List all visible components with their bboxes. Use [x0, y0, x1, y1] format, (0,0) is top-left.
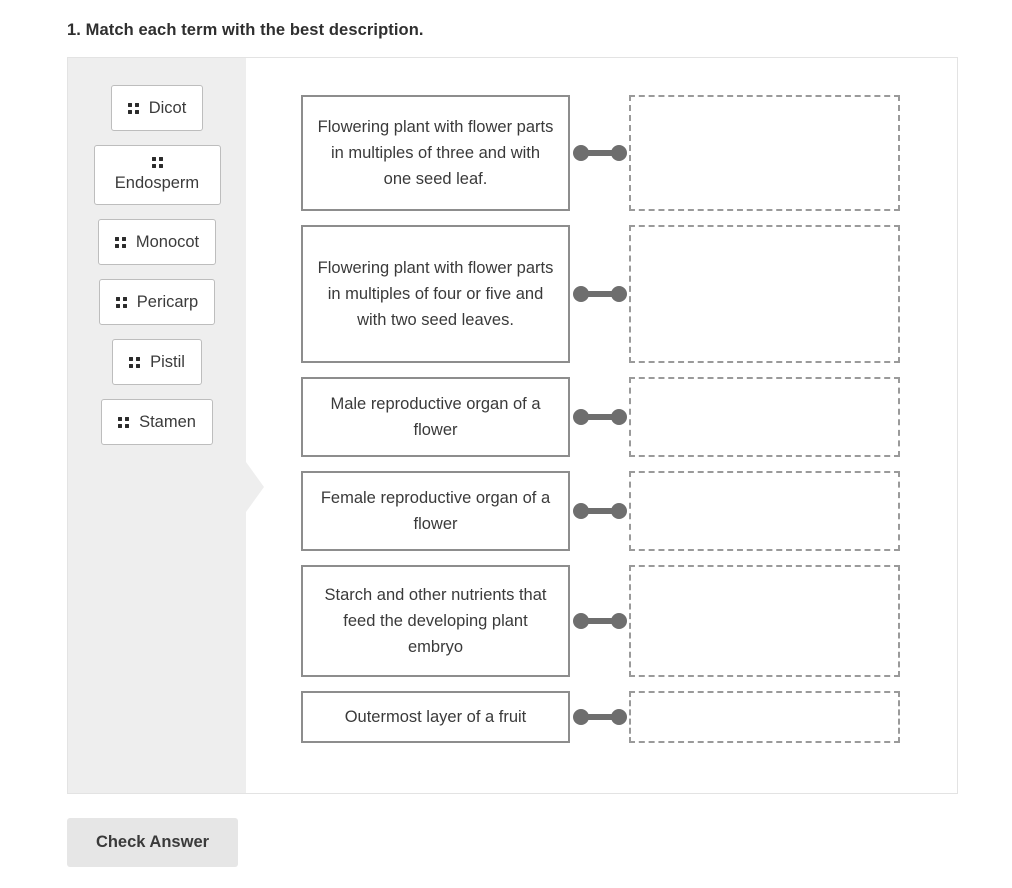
connector	[570, 225, 629, 363]
term-chip-label: Endosperm	[114, 174, 200, 192]
connector	[570, 377, 629, 457]
matching-row: Flowering plant with flower parts in mul…	[301, 225, 957, 363]
term-chip-endosperm[interactable]: Endosperm	[93, 145, 221, 205]
dumbbell-connector-icon	[572, 708, 627, 726]
term-chip-label: Monocot	[135, 232, 200, 251]
dumbbell-connector-icon	[572, 408, 627, 426]
answer-dropzone[interactable]	[629, 95, 900, 211]
matching-row: Outermost layer of a fruit	[301, 691, 957, 743]
description-card: Starch and other nutrients that feed the…	[301, 565, 570, 677]
drag-handle-icon[interactable]	[115, 296, 127, 308]
drag-handle-icon[interactable]	[127, 102, 139, 114]
term-chip-pistil[interactable]: Pistil	[112, 339, 202, 385]
dumbbell-connector-icon	[572, 285, 627, 303]
connector	[570, 95, 629, 211]
check-answer-button[interactable]: Check Answer	[67, 818, 238, 867]
matching-row: Female reproductive organ of a flower	[301, 471, 957, 551]
description-card: Flowering plant with flower parts in mul…	[301, 95, 570, 211]
term-chip-monocot[interactable]: Monocot	[97, 219, 217, 265]
description-card: Outermost layer of a fruit	[301, 691, 570, 743]
drag-handle-icon[interactable]	[129, 356, 141, 368]
term-chip-stamen[interactable]: Stamen	[101, 399, 213, 445]
term-chip-dicot[interactable]: Dicot	[110, 85, 204, 131]
answer-dropzone[interactable]	[629, 377, 900, 457]
answer-dropzone[interactable]	[629, 225, 900, 363]
term-chip-label: Pericarp	[136, 292, 199, 311]
term-chip-pericarp[interactable]: Pericarp	[98, 279, 216, 325]
activity-panel: Dicot Endosperm Monocot Pericarp Pistil	[67, 57, 958, 794]
term-chip-label: Dicot	[148, 98, 187, 117]
description-card: Female reproductive organ of a flower	[301, 471, 570, 551]
matching-row: Male reproductive organ of a flower	[301, 377, 957, 457]
connector	[570, 471, 629, 551]
drag-handle-icon[interactable]	[118, 416, 130, 428]
dumbbell-connector-icon	[572, 612, 627, 630]
answer-dropzone[interactable]	[629, 691, 900, 743]
description-card: Flowering plant with flower parts in mul…	[301, 225, 570, 363]
dumbbell-connector-icon	[572, 502, 627, 520]
drag-handle-icon[interactable]	[151, 157, 163, 168]
answer-dropzone[interactable]	[629, 565, 900, 677]
term-chip-label: Stamen	[139, 412, 196, 431]
term-bank: Dicot Endosperm Monocot Pericarp Pistil	[68, 58, 246, 793]
question-prompt: 1. Match each term with the best descrip…	[67, 21, 424, 39]
dumbbell-connector-icon	[572, 144, 627, 162]
matching-row: Flowering plant with flower parts in mul…	[301, 95, 957, 211]
drag-handle-icon[interactable]	[114, 236, 126, 248]
description-card: Male reproductive organ of a flower	[301, 377, 570, 457]
connector	[570, 565, 629, 677]
matching-rows: Flowering plant with flower parts in mul…	[246, 58, 957, 793]
matching-exercise-page: 1. Match each term with the best descrip…	[0, 0, 1012, 888]
answer-dropzone[interactable]	[629, 471, 900, 551]
matching-row: Starch and other nutrients that feed the…	[301, 565, 957, 677]
term-chip-label: Pistil	[150, 352, 185, 371]
connector	[570, 691, 629, 743]
